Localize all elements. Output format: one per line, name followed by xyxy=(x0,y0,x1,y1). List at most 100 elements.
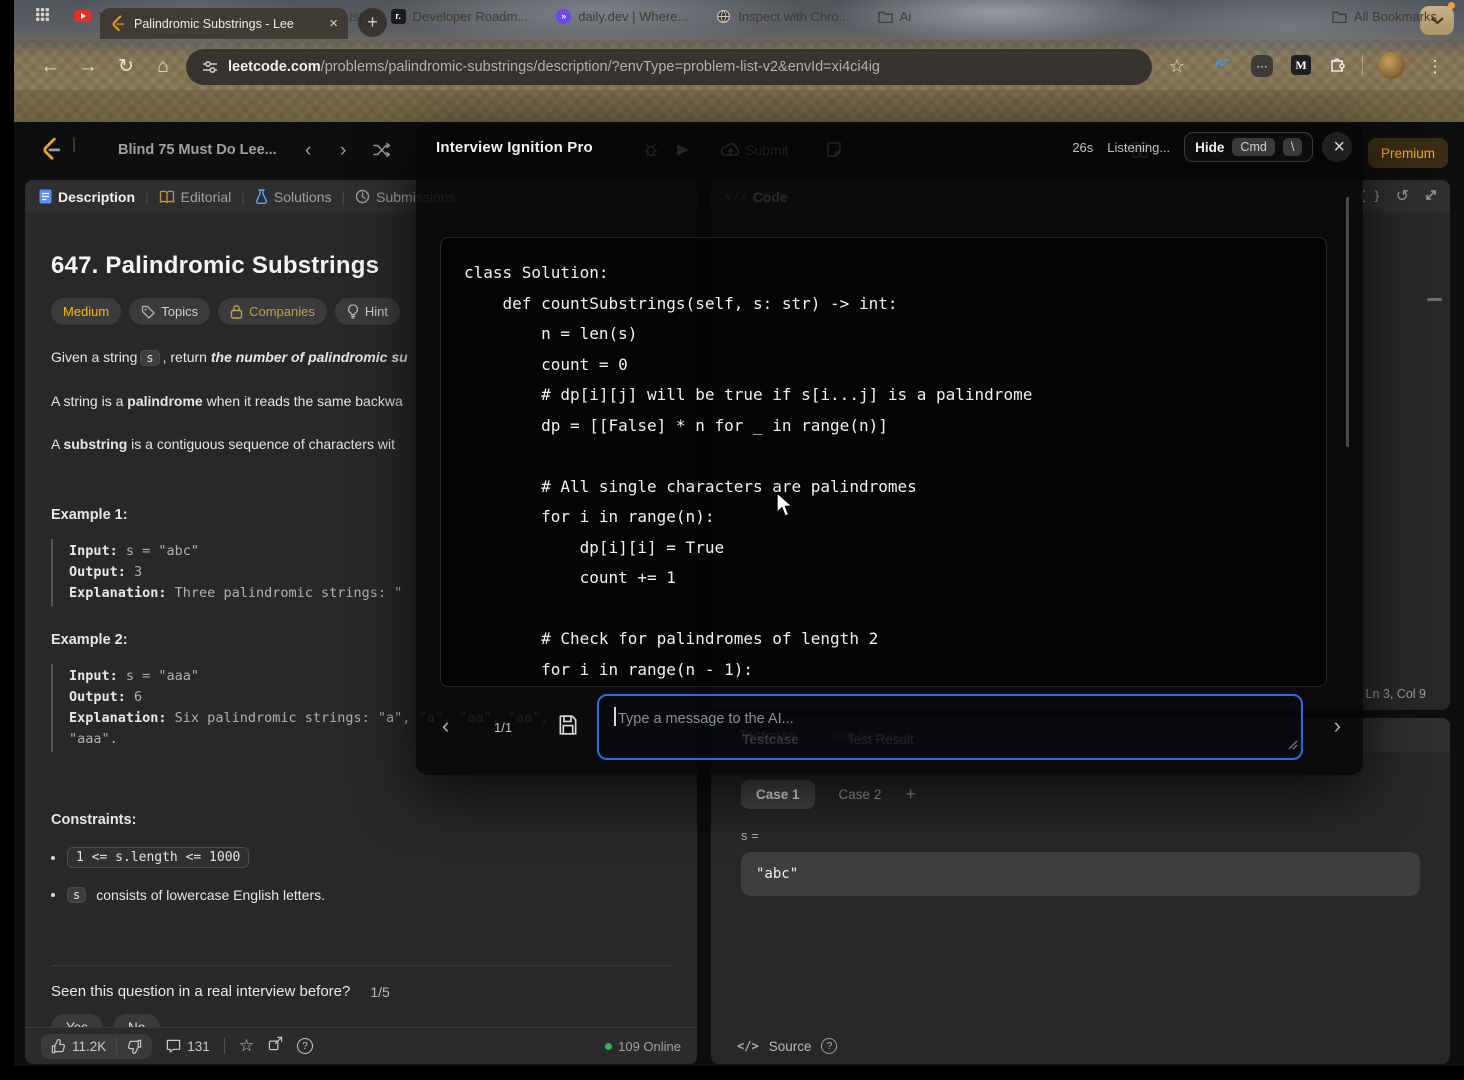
bookmark-dailydev[interactable]: »daily.dev | Where... xyxy=(556,9,688,24)
case-tabs: Case 1 Case 2 + xyxy=(741,780,916,809)
leetcode-favicon xyxy=(110,15,126,32)
editorial-book-icon xyxy=(159,190,175,204)
solutions-flask-icon xyxy=(255,189,268,204)
topics-badge[interactable]: Topics xyxy=(129,298,210,325)
browser-toolbar: ← → ↻ ⌂ leetcode.com/problems/palindromi… xyxy=(14,44,1464,90)
folder-icon xyxy=(1332,10,1347,23)
source-code-icon: </> xyxy=(737,1039,759,1053)
bookmark-developer-roadmap[interactable]: r.Developer Roadm... xyxy=(391,9,529,24)
next-problem-icon[interactable]: › xyxy=(340,140,346,162)
hint-badge[interactable]: Hint xyxy=(335,298,400,325)
difficulty-badge[interactable]: Medium xyxy=(51,298,121,325)
like-button[interactable]: 11.2K xyxy=(41,1034,116,1059)
ai-message-box[interactable]: Testcase Test Result xyxy=(597,694,1303,760)
extension-dots-icon[interactable]: ⋯ xyxy=(1251,55,1273,77)
backslash-keycap: \ xyxy=(1283,138,1302,156)
listening-status: Listening... xyxy=(1107,140,1170,155)
new-tab-button[interactable]: + xyxy=(358,8,387,37)
dislike-button[interactable] xyxy=(117,1034,152,1059)
share-icon[interactable] xyxy=(268,1036,283,1056)
source-label[interactable]: Source xyxy=(769,1039,812,1054)
comments-count[interactable]: 131 xyxy=(166,1039,210,1054)
roadmap-icon: r. xyxy=(391,9,406,24)
survey-progress: 1/5 xyxy=(370,984,389,1000)
case-1-tab[interactable]: Case 1 xyxy=(741,780,815,809)
tab-description[interactable]: Description xyxy=(39,189,135,205)
bookmarks-shade xyxy=(14,90,1464,122)
constraint-1: 1 <= s.length <= 1000 xyxy=(51,847,671,868)
lock-icon xyxy=(230,304,243,319)
save-icon[interactable] xyxy=(558,714,578,741)
companies-badge[interactable]: Companies xyxy=(218,298,327,325)
comment-icon xyxy=(166,1039,181,1054)
description-icon xyxy=(39,189,52,204)
mouse-cursor xyxy=(775,492,794,523)
premium-button[interactable]: Premium xyxy=(1368,138,1448,168)
browser-menu-kebab-icon[interactable]: ⋮ xyxy=(1422,54,1448,79)
youtube-icon xyxy=(74,10,91,22)
overlay-scrollbar[interactable] xyxy=(1346,197,1349,447)
ghost-test-result-label: Test Result xyxy=(847,732,914,747)
case-2-tab[interactable]: Case 2 xyxy=(831,780,890,809)
overlay-header[interactable]: Interview Ignition Pro 26s Listening... … xyxy=(416,124,1363,170)
editor-cursor-status: Ln 3, Col 9 xyxy=(1366,687,1426,701)
home-icon[interactable]: ⌂ xyxy=(150,54,176,79)
help-icon[interactable]: ? xyxy=(297,1038,313,1054)
thumbs-up-icon xyxy=(51,1039,66,1054)
prev-problem-icon[interactable]: ‹ xyxy=(305,140,311,162)
url-text[interactable]: leetcode.com/problems/palindromic-substr… xyxy=(228,59,880,75)
favorite-star-icon[interactable]: ☆ xyxy=(239,1036,254,1056)
nav-divider: | xyxy=(72,136,76,154)
scrollbar-thumb[interactable] xyxy=(1427,298,1442,301)
dailydev-icon: » xyxy=(556,9,571,24)
back-icon[interactable]: ← xyxy=(37,54,63,79)
tab-close-icon[interactable]: × xyxy=(329,16,338,31)
browser-tab[interactable]: Palindromic Substrings - Lee × xyxy=(100,8,348,39)
prev-answer-icon[interactable]: ‹ xyxy=(442,715,449,737)
answer-pagination: 1/1 xyxy=(494,720,512,735)
tab-title: Palindromic Substrings - Lee xyxy=(134,17,321,31)
ai-message-input[interactable] xyxy=(599,696,1301,730)
folder-icon xyxy=(878,10,893,23)
reload-icon[interactable]: ↻ xyxy=(113,54,139,79)
notification-dot xyxy=(1448,2,1455,9)
resize-grip[interactable] xyxy=(1288,737,1298,755)
cmd-keycap: Cmd xyxy=(1232,138,1274,156)
overlay-bottom-bar: ‹ 1/1 Testcase Test Result › xyxy=(416,689,1363,775)
next-answer-icon[interactable]: › xyxy=(1334,715,1341,737)
interview-ignition-overlay: Interview Ignition Pro 26s Listening... … xyxy=(416,124,1363,775)
leetcode-page: | Blind 75 Must Do Lee... ‹ › ▶ Submit xyxy=(14,122,1464,1066)
lightbulb-icon xyxy=(347,304,359,319)
leetcode-logo[interactable] xyxy=(40,137,62,166)
profile-avatar[interactable] xyxy=(1378,52,1405,79)
all-bookmarks[interactable]: All Bookmarks xyxy=(1332,0,1437,32)
bookmark-inspect[interactable]: Inspect with Chro... xyxy=(716,9,849,24)
toolbar-divider xyxy=(1362,54,1363,76)
bookmark-star-icon[interactable]: ☆ xyxy=(1164,54,1190,79)
online-dot xyxy=(605,1043,612,1050)
param-label: s = xyxy=(741,828,759,843)
forward-icon[interactable]: → xyxy=(75,54,101,79)
extension-m-icon[interactable]: M xyxy=(1291,55,1311,75)
add-case-icon[interactable]: + xyxy=(905,784,916,805)
bookmark-ai-folder[interactable]: Ai xyxy=(878,9,912,24)
tag-icon xyxy=(141,305,155,319)
tab-solutions[interactable]: Solutions xyxy=(255,189,332,205)
shuffle-icon[interactable] xyxy=(372,141,391,164)
url-bar[interactable]: leetcode.com/problems/palindromic-substr… xyxy=(186,49,1152,85)
problem-list-title[interactable]: Blind 75 Must Do Lee... xyxy=(118,142,277,158)
expand-icon[interactable] xyxy=(1424,188,1438,205)
extensions-puzzle-icon[interactable] xyxy=(1329,55,1346,72)
hide-shortcut[interactable]: Hide Cmd \ xyxy=(1184,132,1313,162)
undo-icon[interactable]: ↺ xyxy=(1396,186,1409,206)
apps-grid-icon[interactable] xyxy=(35,7,50,25)
vote-group: 11.2K xyxy=(41,1034,152,1059)
extension-sound-icon[interactable] xyxy=(1213,55,1231,71)
tab-editorial[interactable]: Editorial xyxy=(159,189,232,205)
param-value-input[interactable]: "abc" xyxy=(741,852,1420,896)
site-settings-icon[interactable] xyxy=(202,59,218,75)
constraint-2: sconsists of lowercase English letters. xyxy=(51,887,671,903)
thumbs-down-icon xyxy=(127,1039,142,1054)
close-icon[interactable]: × xyxy=(1333,137,1345,157)
testcase-help-icon[interactable]: ? xyxy=(821,1038,837,1054)
